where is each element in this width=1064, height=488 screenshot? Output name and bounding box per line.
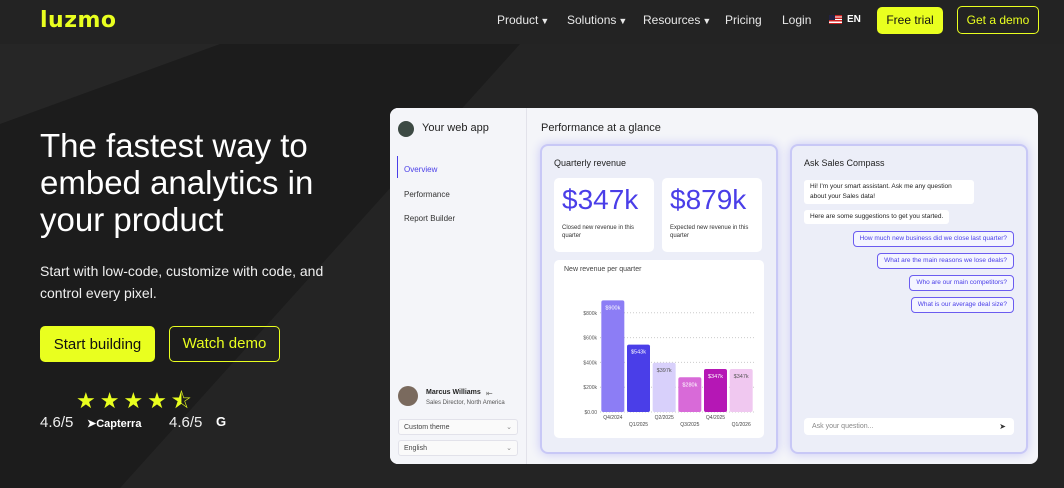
revenue-chart: New revenue per quarter $0.00 $200k $400k $… [554, 260, 764, 438]
sidebar-item-report-builder[interactable]: Report Builder [404, 214, 455, 223]
kpi-value: $879k [670, 184, 747, 215]
nav-resources[interactable]: Resources ▼ [643, 13, 711, 27]
quarterly-revenue-panel: Quarterly revenue $347k Closed new reven… [542, 146, 776, 452]
kpi-expected-revenue: $879k Expected new revenue in this quart… [662, 178, 762, 252]
get-demo-button[interactable]: Get a demo [957, 6, 1039, 34]
send-icon[interactable]: ➤ [999, 418, 1006, 435]
x-tick-label: Q1/2025 [629, 422, 648, 428]
hero-subtitle: Start with low-code, customize with code… [40, 263, 324, 301]
x-tick-label: Q3/2025 [680, 422, 699, 428]
avatar [398, 386, 418, 406]
g2-rating: 4.6/5 [169, 414, 203, 431]
data-label: $280k [682, 382, 697, 388]
us-flag-icon[interactable] [829, 15, 842, 24]
active-indicator [397, 156, 398, 178]
kpi-label: Expected new revenue in this quarter [670, 225, 749, 239]
y-tick-label: $200k [583, 385, 597, 391]
sidebar-item-overview[interactable]: Overview [404, 165, 437, 174]
assistant-message: Here are some suggestions to get you sta… [804, 210, 950, 224]
top-nav: luzmo Product ▼ Solutions ▼ Resources ▼ Pri… [0, 0, 1064, 44]
x-tick-label: Q2/2025 [655, 415, 674, 421]
user-name: Marcus Williams [426, 389, 481, 396]
x-tick-label: Q4/2025 [706, 415, 725, 421]
sidebar-item-performance[interactable]: Performance [404, 190, 450, 199]
luzmo-logo[interactable]: luzmo [40, 8, 117, 33]
panel-title: Quarterly revenue [554, 158, 627, 168]
suggestion-chip[interactable]: Who are our main competitors? [909, 275, 1014, 291]
capterra-logo: ➤Capterra [87, 418, 142, 430]
app-title: Your web app [422, 122, 489, 134]
nav-product[interactable]: Product ▼ [497, 13, 549, 27]
app-logo-icon [398, 121, 414, 137]
nav-login[interactable]: Login [782, 13, 811, 27]
watch-demo-button[interactable]: Watch demo [169, 326, 280, 362]
assistant-message: Hi! I'm your smart assistant. Ask me any… [804, 180, 974, 204]
start-building-button[interactable]: Start building [40, 326, 155, 362]
bar-chart: $0.00 $200k $400k $600k $800k $900k Q4/2024 $54… [583, 300, 754, 428]
data-label: $347k [734, 374, 749, 380]
free-trial-button[interactable]: Free trial [877, 7, 943, 34]
hero-title: The fastest way to embed analytics in yo… [40, 127, 314, 238]
data-label: $397k [657, 368, 672, 374]
main-title: Performance at a glance [541, 122, 661, 134]
data-label: $347k [708, 374, 723, 380]
kpi-value: $347k [562, 184, 639, 215]
chevron-down-icon: ⌄ [506, 424, 512, 431]
data-label: $900k [605, 305, 620, 311]
g2-logo: G [216, 414, 227, 429]
suggestion-chip[interactable]: What is our average deal size? [910, 297, 1014, 313]
data-label: $543k [631, 350, 646, 356]
ask-question-input[interactable]: Ask your question... ➤ [804, 418, 1014, 435]
capterra-rating: 4.6/5 [40, 414, 74, 431]
chevron-down-icon: ▼ [618, 16, 628, 26]
x-tick-label: Q4/2024 [603, 415, 622, 421]
sales-compass-panel: Ask Sales Compass Hi! I'm your smart ass… [792, 146, 1026, 452]
app-sidebar: Your web app Overview Performance Report… [390, 108, 527, 464]
capterra-icon: ➤ [87, 418, 97, 430]
y-tick-label: $600k [583, 336, 597, 342]
y-tick-label: $400k [583, 360, 597, 366]
logout-icon[interactable]: ⇤ [486, 389, 493, 398]
language-select[interactable]: English ⌄ [398, 440, 518, 456]
chevron-down-icon: ⌄ [506, 445, 512, 452]
y-tick-label: $800k [583, 311, 597, 317]
user-role: Sales Director, North America [426, 400, 505, 406]
app-preview: Your web app Overview Performance Report… [390, 108, 1038, 464]
panel-title: Ask Sales Compass [804, 158, 885, 168]
theme-select[interactable]: Custom theme ⌄ [398, 419, 518, 435]
suggestion-chip[interactable]: How much new business did we close last … [852, 231, 1014, 247]
bar[interactable] [601, 300, 625, 412]
language-switch[interactable]: EN [847, 14, 861, 25]
chevron-down-icon: ▼ [702, 16, 712, 26]
nav-solutions[interactable]: Solutions ▼ [567, 13, 627, 27]
kpi-label: Closed new revenue in this quarter [562, 225, 635, 239]
suggestion-chip[interactable]: What are the main reasons we lose deals? [877, 253, 1014, 269]
nav-pricing[interactable]: Pricing [725, 13, 762, 27]
y-tick-label: $0.00 [584, 410, 597, 416]
x-tick-label: Q1/2026 [732, 422, 751, 428]
chevron-down-icon: ▼ [540, 16, 550, 26]
kpi-closed-revenue: $347k Closed new revenue in this quarter [554, 178, 654, 252]
